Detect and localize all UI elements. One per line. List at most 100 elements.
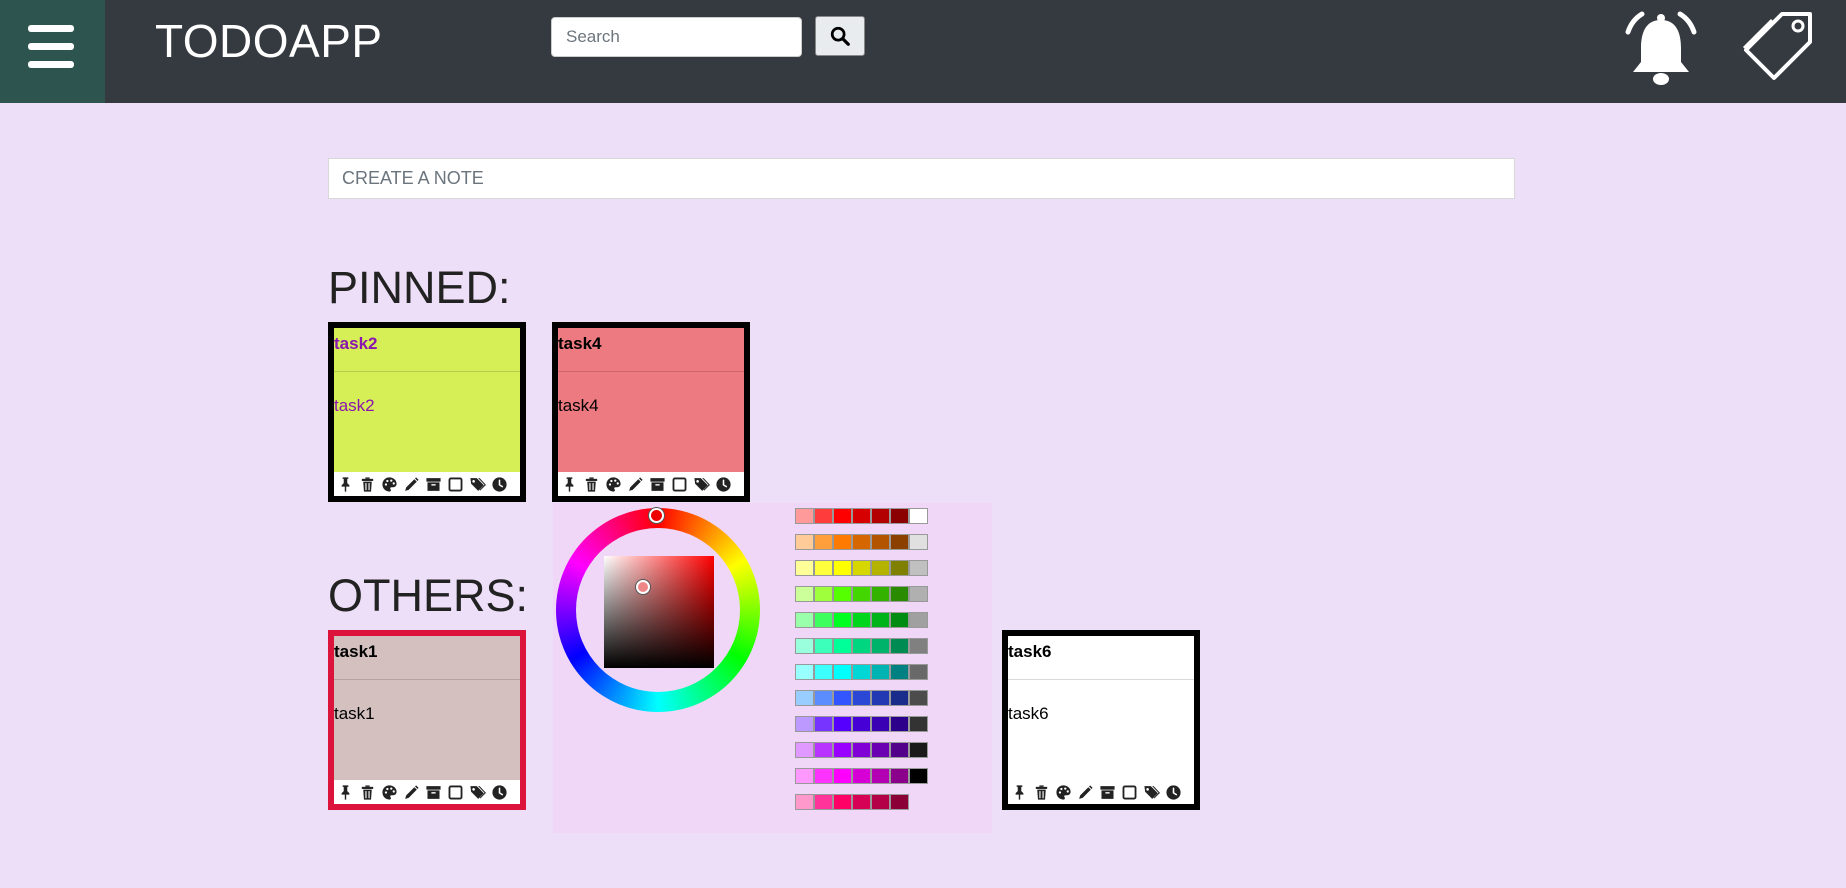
color-swatch[interactable] <box>814 690 833 706</box>
color-swatch[interactable] <box>795 690 814 706</box>
color-swatch[interactable] <box>833 534 852 550</box>
color-swatch[interactable] <box>871 768 890 784</box>
color-swatch[interactable] <box>852 794 871 810</box>
color-swatch[interactable] <box>890 508 909 524</box>
archive-button[interactable] <box>1097 782 1117 802</box>
color-swatch[interactable] <box>909 716 928 732</box>
color-swatch[interactable] <box>814 560 833 576</box>
pin-button[interactable] <box>1009 782 1029 802</box>
tags-button[interactable] <box>467 474 487 494</box>
color-swatch[interactable] <box>871 508 890 524</box>
color-swatch[interactable] <box>814 612 833 628</box>
color-swatch[interactable] <box>814 508 833 524</box>
palette-button[interactable] <box>1053 782 1073 802</box>
tags-button[interactable] <box>467 782 487 802</box>
color-swatch[interactable] <box>890 560 909 576</box>
color-swatch[interactable] <box>852 690 871 706</box>
color-swatch[interactable] <box>871 742 890 758</box>
color-swatch[interactable] <box>890 664 909 680</box>
color-swatch[interactable] <box>909 560 928 576</box>
color-swatch[interactable] <box>890 586 909 602</box>
clock-button[interactable] <box>713 474 733 494</box>
color-swatch[interactable] <box>871 794 890 810</box>
color-swatch[interactable] <box>890 794 909 810</box>
color-swatch[interactable] <box>909 612 928 628</box>
color-swatch[interactable] <box>909 768 928 784</box>
color-swatch[interactable] <box>890 690 909 706</box>
note-body[interactable]: task6 task6 <box>1008 636 1194 780</box>
note-body[interactable]: task2 task2 <box>334 328 520 472</box>
search-input[interactable] <box>551 17 802 57</box>
trash-button[interactable] <box>357 474 377 494</box>
color-swatch[interactable] <box>852 586 871 602</box>
color-swatch[interactable] <box>833 690 852 706</box>
bell-icon[interactable] <box>1618 10 1704 88</box>
checkbox-button[interactable] <box>445 782 465 802</box>
clock-button[interactable] <box>489 782 509 802</box>
saturation-value-handle[interactable] <box>636 580 650 594</box>
color-swatch[interactable] <box>909 664 928 680</box>
palette-button[interactable] <box>603 474 623 494</box>
color-swatch[interactable] <box>795 612 814 628</box>
color-swatch[interactable] <box>795 664 814 680</box>
pin-button[interactable] <box>335 474 355 494</box>
color-swatch[interactable] <box>890 534 909 550</box>
tags-icon[interactable] <box>1740 10 1816 86</box>
color-swatch[interactable] <box>909 638 928 654</box>
saturation-value-square[interactable] <box>604 556 714 668</box>
search-button[interactable] <box>815 16 865 56</box>
color-swatch[interactable] <box>852 612 871 628</box>
color-swatch[interactable] <box>852 534 871 550</box>
color-swatch[interactable] <box>795 560 814 576</box>
color-swatch[interactable] <box>852 508 871 524</box>
color-swatch[interactable] <box>814 768 833 784</box>
color-swatch[interactable] <box>833 664 852 680</box>
color-swatch[interactable] <box>833 742 852 758</box>
hamburger-menu-button[interactable] <box>0 0 105 103</box>
pencil-button[interactable] <box>1075 782 1095 802</box>
color-swatch[interactable] <box>833 508 852 524</box>
color-swatch[interactable] <box>833 638 852 654</box>
color-swatch[interactable] <box>795 508 814 524</box>
create-note-input[interactable] <box>328 158 1515 199</box>
pin-button[interactable] <box>559 474 579 494</box>
color-swatch[interactable] <box>871 638 890 654</box>
color-swatch[interactable] <box>890 742 909 758</box>
color-swatch[interactable] <box>909 534 928 550</box>
color-swatch[interactable] <box>833 612 852 628</box>
color-swatch[interactable] <box>852 560 871 576</box>
color-swatch[interactable] <box>890 768 909 784</box>
color-swatch[interactable] <box>795 768 814 784</box>
color-swatch[interactable] <box>795 534 814 550</box>
color-swatch[interactable] <box>814 716 833 732</box>
color-swatch[interactable] <box>871 560 890 576</box>
color-swatch[interactable] <box>852 664 871 680</box>
color-swatch[interactable] <box>852 768 871 784</box>
note-body[interactable]: task4 task4 <box>558 328 744 472</box>
trash-button[interactable] <box>1031 782 1051 802</box>
pencil-button[interactable] <box>625 474 645 494</box>
color-swatch[interactable] <box>909 690 928 706</box>
color-swatch[interactable] <box>795 586 814 602</box>
color-swatch[interactable] <box>871 716 890 732</box>
color-swatch[interactable] <box>909 586 928 602</box>
hue-handle[interactable] <box>649 508 664 523</box>
note-card-task2[interactable]: task2 task2 <box>328 322 526 502</box>
pencil-button[interactable] <box>401 782 421 802</box>
note-card-task6[interactable]: task6 task6 <box>1002 630 1200 810</box>
color-swatch[interactable] <box>814 664 833 680</box>
color-swatch[interactable] <box>833 716 852 732</box>
color-swatch[interactable] <box>890 716 909 732</box>
pin-button[interactable] <box>335 782 355 802</box>
color-swatch[interactable] <box>852 716 871 732</box>
trash-button[interactable] <box>581 474 601 494</box>
checkbox-button[interactable] <box>669 474 689 494</box>
color-swatch[interactable] <box>871 690 890 706</box>
color-swatch[interactable] <box>852 742 871 758</box>
tags-button[interactable] <box>691 474 711 494</box>
color-swatch[interactable] <box>852 638 871 654</box>
trash-button[interactable] <box>357 782 377 802</box>
checkbox-button[interactable] <box>445 474 465 494</box>
palette-button[interactable] <box>379 474 399 494</box>
palette-button[interactable] <box>379 782 399 802</box>
